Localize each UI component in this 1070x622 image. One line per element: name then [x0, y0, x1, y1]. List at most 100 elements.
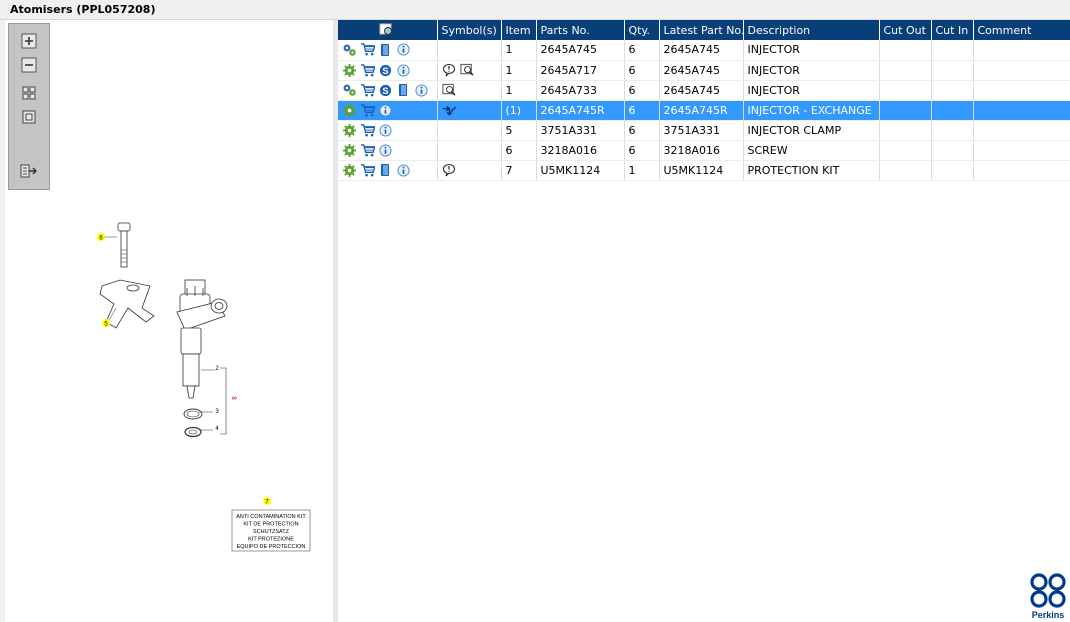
- gear-icon[interactable]: [342, 163, 357, 178]
- description-cell: INJECTOR - EXCHANGE: [743, 100, 880, 121]
- cut-out-cell: [879, 160, 932, 181]
- latest-part-no-cell: 2645A745R: [659, 100, 744, 121]
- gears-icon[interactable]: [342, 83, 357, 98]
- gear-icon[interactable]: [342, 123, 357, 138]
- header-symbols[interactable]: Symbol(s): [437, 20, 502, 40]
- perkins-logo-mark: [1030, 573, 1066, 608]
- kit-label-line-5: EQUIPO DE PROTECCION: [237, 544, 306, 550]
- header-actions[interactable]: [338, 20, 438, 40]
- cart-icon[interactable]: [360, 63, 375, 78]
- cut-in-cell: [931, 100, 974, 121]
- kit-label-line-2: KIT DE PROTECTION: [243, 522, 298, 528]
- table-row[interactable]: S 1 2645A733 6 2645A745 INJECTOR: [338, 80, 1070, 101]
- info-icon[interactable]: [378, 143, 393, 158]
- row-actions-cell: [338, 160, 438, 181]
- qty-cell: 6: [624, 80, 660, 101]
- picture-magnifier-icon: [441, 83, 457, 98]
- perkins-logo-text: Perkins: [1031, 610, 1065, 620]
- part-no-cell: 2645A745R: [536, 100, 625, 121]
- cart-icon[interactable]: [360, 163, 375, 178]
- info-icon[interactable]: [396, 63, 411, 78]
- info-icon[interactable]: [378, 123, 393, 138]
- item-cell: 1: [501, 80, 537, 101]
- table-row[interactable]: 6 3218A016 6 3218A016 SCREW: [338, 140, 1070, 161]
- gears-icon[interactable]: [342, 42, 357, 57]
- info-icon[interactable]: [378, 103, 393, 118]
- description-cell: INJECTOR: [743, 40, 880, 61]
- zoom-in-button[interactable]: [19, 32, 39, 50]
- speech-bubble-icon: [442, 63, 457, 78]
- symbols-cell: [437, 80, 502, 101]
- header-qty[interactable]: Qty.: [624, 20, 660, 40]
- cut-out-cell: [879, 80, 932, 101]
- info-icon[interactable]: [414, 83, 429, 98]
- latest-part-no-cell: 2645A745: [659, 80, 744, 101]
- perkins-logo: Perkins: [1028, 572, 1068, 622]
- washer-drawing: [184, 426, 202, 438]
- qty-cell: 6: [624, 100, 660, 121]
- header-cut-in[interactable]: Cut In: [931, 20, 974, 40]
- book-icon[interactable]: [378, 42, 393, 57]
- description-cell: INJECTOR: [743, 80, 880, 101]
- callout-3: 3: [215, 409, 219, 415]
- symbols-cell: [437, 120, 502, 141]
- info-icon[interactable]: [396, 163, 411, 178]
- latest-part-no-cell: U5MK1124: [659, 160, 744, 181]
- title-bar: Atomisers (PPL057208): [0, 0, 1070, 20]
- header-comment[interactable]: Comment: [973, 20, 1070, 40]
- s-icon[interactable]: S: [378, 63, 393, 78]
- qty-cell: 6: [624, 140, 660, 161]
- exploded-diagram: 6 5 2 3 4 8 7 ANTI CONTAMINATION KIT KIT…: [97, 222, 311, 552]
- part-no-cell: 2645A717: [536, 60, 625, 81]
- qty-cell: 6: [624, 120, 660, 141]
- cut-out-cell: [879, 60, 932, 81]
- cut-out-cell: [879, 140, 932, 161]
- header-description[interactable]: Description: [743, 20, 880, 40]
- info-icon[interactable]: [396, 42, 411, 57]
- kit-label-line-1: ANTI CONTAMINATION KIT: [236, 514, 306, 520]
- cut-out-cell: [879, 120, 932, 141]
- cart-icon[interactable]: [360, 143, 375, 158]
- s-icon[interactable]: S: [378, 83, 393, 98]
- table-row[interactable]: 5 3751A331 6 3751A331 INJECTOR CLAMP: [338, 120, 1070, 141]
- cut-in-cell: [931, 120, 974, 141]
- gear-icon[interactable]: [342, 63, 357, 78]
- cart-icon[interactable]: [360, 123, 375, 138]
- exchange-arrow-icon: [442, 103, 457, 118]
- part-no-cell: 2645A745: [536, 40, 625, 61]
- row-actions-cell: [338, 40, 438, 61]
- cart-icon[interactable]: [360, 83, 375, 98]
- diagram-pane[interactable]: 6 5 2 3 4 8 7 ANTI CONTAMINATION KIT KIT…: [5, 20, 333, 622]
- cut-in-cell: [931, 160, 974, 181]
- header-latest-part-no[interactable]: Latest Part No.: [659, 20, 744, 40]
- cut-in-cell: [931, 40, 974, 61]
- gear-icon[interactable]: [342, 143, 357, 158]
- kit-label-line-3: SCHUTZSATZ: [253, 529, 290, 535]
- app-window: Atomisers (PPL057208) 6 5 2 3 4 8 7 ANTI…: [0, 0, 1070, 622]
- qty-cell: 6: [624, 40, 660, 61]
- row-actions-cell: S: [338, 60, 438, 81]
- symbols-cell: [437, 100, 502, 121]
- cart-icon[interactable]: [360, 42, 375, 57]
- book-icon[interactable]: [396, 83, 411, 98]
- table-row[interactable]: 7 U5MK1124 1 U5MK1124 PROTECTION KIT: [338, 160, 1070, 181]
- cart-icon[interactable]: [360, 103, 375, 118]
- cut-in-cell: [931, 80, 974, 101]
- table-row[interactable]: (1) 2645A745R 6 2645A745R INJECTOR - EXCHANG…: [338, 100, 1070, 121]
- symbols-cell: [437, 40, 502, 61]
- item-cell: 1: [501, 40, 537, 61]
- gear-icon[interactable]: [342, 103, 357, 118]
- description-cell: INJECTOR: [743, 60, 880, 81]
- table-row[interactable]: 1 2645A745 6 2645A745 INJECTOR: [338, 40, 1070, 61]
- search-image-icon: [379, 23, 395, 37]
- book-icon[interactable]: [378, 163, 393, 178]
- symbols-cell: [437, 140, 502, 161]
- row-actions-cell: S: [338, 80, 438, 101]
- cut-out-cell: [879, 40, 932, 61]
- header-item[interactable]: Item: [501, 20, 537, 40]
- table-row[interactable]: S 1 2645A717 6 2645A745 INJECTOR: [338, 60, 1070, 81]
- picture-magnifier-icon: [459, 63, 475, 78]
- header-parts-no[interactable]: Parts No.: [536, 20, 625, 40]
- header-cut-out[interactable]: Cut Out: [879, 20, 932, 40]
- svg-text:S: S: [382, 65, 388, 75]
